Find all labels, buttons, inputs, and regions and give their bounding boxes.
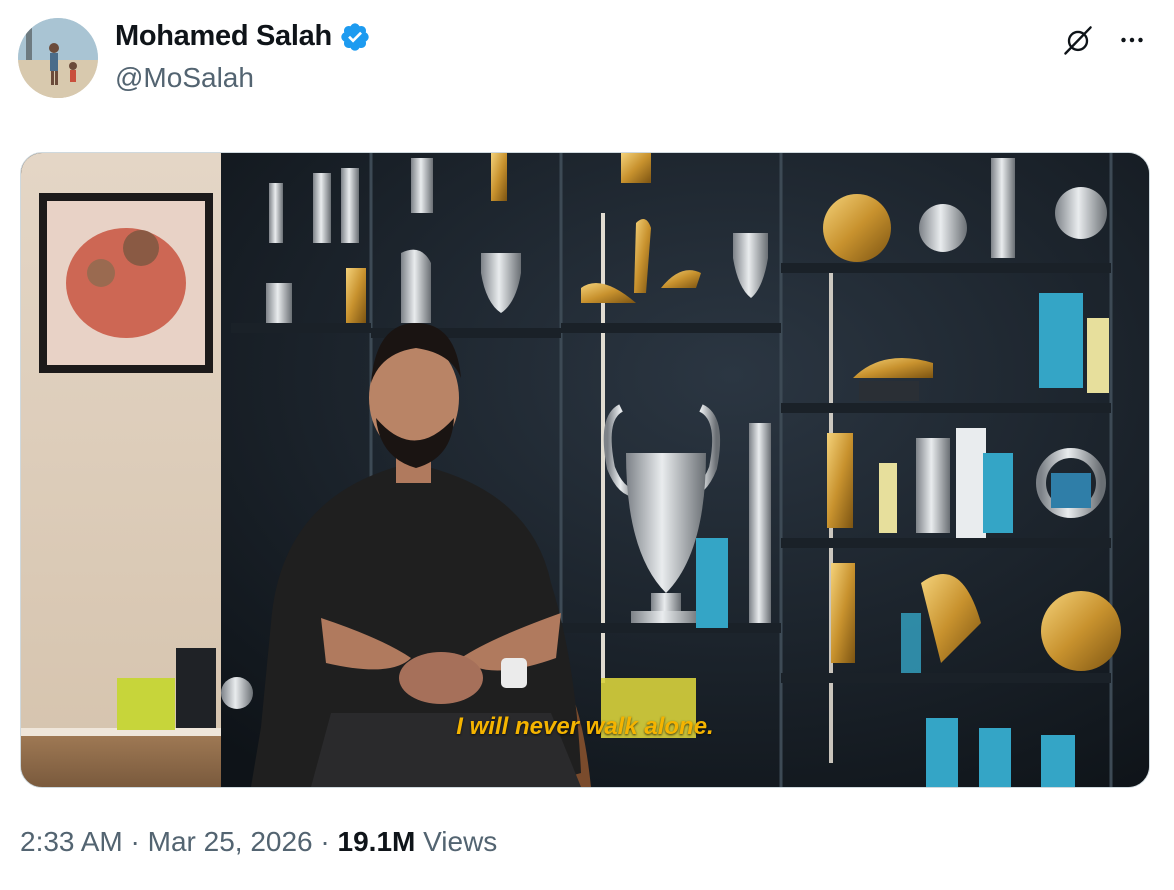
- verified-badge-icon[interactable]: [339, 21, 371, 53]
- grok-button[interactable]: [1058, 20, 1098, 60]
- more-options-button[interactable]: [1110, 20, 1154, 60]
- tweet-video[interactable]: I will never walk alone.: [20, 152, 1150, 788]
- author-name-text[interactable]: Mohamed Salah: [115, 20, 332, 53]
- more-icon: [1121, 37, 1143, 43]
- video-caption: I will never walk alone.: [456, 713, 714, 740]
- video-frame: [21, 153, 1149, 787]
- meta-separator: ·: [122, 826, 148, 857]
- avatar[interactable]: [18, 18, 98, 98]
- avatar-image: [18, 18, 98, 98]
- tweet-meta: 2:33 AM · Mar 25, 2026 · 19.1M Views: [20, 826, 497, 858]
- views-count: 19.1M: [337, 826, 416, 857]
- meta-separator: ·: [312, 826, 338, 857]
- tweet-time[interactable]: 2:33 AM: [20, 826, 123, 857]
- author-name[interactable]: Mohamed Salah: [115, 20, 371, 53]
- author-handle[interactable]: @MoSalah: [115, 62, 254, 94]
- tweet-date[interactable]: Mar 25, 2026: [148, 826, 313, 857]
- views-label: Views: [423, 826, 498, 857]
- grok-icon: [1064, 26, 1092, 55]
